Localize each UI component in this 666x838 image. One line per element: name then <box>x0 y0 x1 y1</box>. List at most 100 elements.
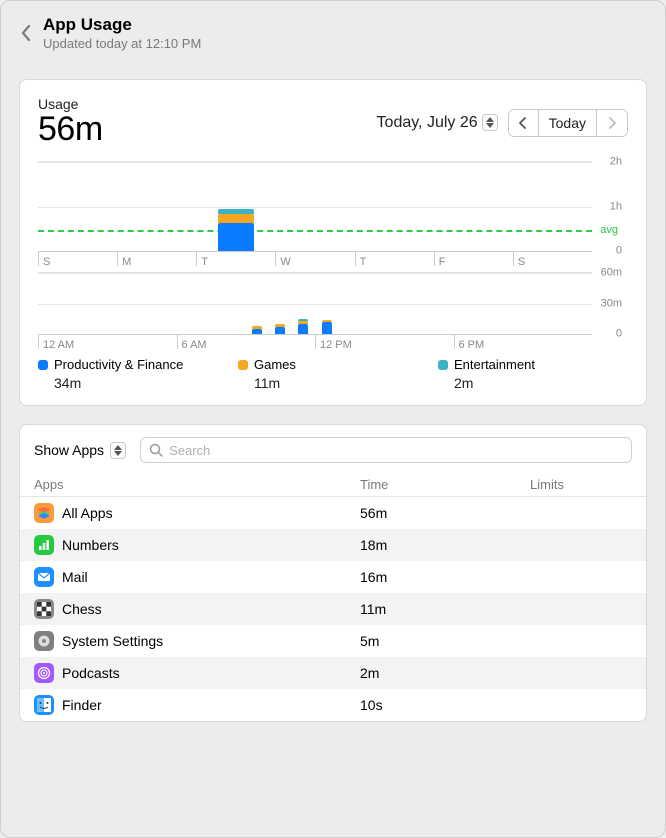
app-name: Numbers <box>62 537 119 553</box>
show-apps-select[interactable]: Show Apps <box>34 442 126 459</box>
avg-line <box>38 230 592 232</box>
axis-tick: T <box>196 252 275 266</box>
table-row-app[interactable]: Mail <box>20 561 346 593</box>
finder-icon <box>34 695 54 715</box>
date-picker-label: Today, July 26 <box>377 114 478 132</box>
next-day-button[interactable] <box>597 110 627 136</box>
legend-value: 34m <box>38 375 228 391</box>
chevron-left-icon <box>519 117 527 129</box>
app-time: 16m <box>346 561 516 593</box>
app-limits <box>516 689 646 721</box>
header: App Usage Updated today at 12:10 PM <box>1 1 665 61</box>
legend-item-productivity: Productivity & Finance 34m <box>38 357 228 391</box>
usage-panel: Usage 56m Today, July 26 Today <box>19 79 647 406</box>
axis-tick: 12 AM <box>38 335 177 349</box>
bar <box>322 320 332 334</box>
search-icon <box>149 443 163 457</box>
legend-label: Entertainment <box>454 357 535 372</box>
legend: Productivity & Finance 34m Games 11m Ent… <box>38 357 628 391</box>
usage-total: 56m <box>38 110 103 149</box>
page-title: App Usage <box>43 15 201 35</box>
app-limits <box>516 657 646 689</box>
weekly-chart: 2h 1h 0 avg SMTWTFS <box>38 161 628 266</box>
table-row-app[interactable]: Finder <box>20 689 346 721</box>
axis-tick: 12 PM <box>315 335 454 349</box>
table-row-app[interactable]: Chess <box>20 593 346 625</box>
weekly-x-axis: SMTWTFS <box>38 251 592 266</box>
bar <box>298 319 308 334</box>
axis-tick: 60m <box>601 268 622 279</box>
app-time: 56m <box>346 497 516 529</box>
app-limits <box>516 497 646 529</box>
app-time: 18m <box>346 529 516 561</box>
legend-value: 2m <box>438 375 628 391</box>
table-row-app[interactable]: System Settings <box>20 625 346 657</box>
axis-tick: M <box>117 252 196 266</box>
col-limits: Limits <box>516 473 646 497</box>
bar <box>275 324 285 334</box>
app-usage-window: App Usage Updated today at 12:10 PM Usag… <box>0 0 666 838</box>
legend-item-entertainment: Entertainment 2m <box>438 357 628 391</box>
legend-dot <box>238 360 248 370</box>
numbers-icon <box>34 535 54 555</box>
chess-icon <box>34 599 54 619</box>
app-name: All Apps <box>62 505 113 521</box>
table-row-app[interactable]: All Apps <box>20 497 346 529</box>
gear-icon <box>34 631 54 651</box>
axis-tick: F <box>434 252 513 266</box>
legend-label: Productivity & Finance <box>54 357 183 372</box>
hourly-x-axis: 12 AM6 AM12 PM6 PM <box>38 334 592 349</box>
legend-label: Games <box>254 357 296 372</box>
axis-tick: 6 AM <box>177 335 316 349</box>
table-row-app[interactable]: Podcasts <box>20 657 346 689</box>
table-row-app[interactable]: Numbers <box>20 529 346 561</box>
bar <box>218 209 254 251</box>
axis-tick: W <box>275 252 354 266</box>
app-name: System Settings <box>62 633 163 649</box>
page-subtitle: Updated today at 12:10 PM <box>43 36 201 51</box>
today-label: Today <box>549 115 586 131</box>
app-limits <box>516 593 646 625</box>
app-time: 2m <box>346 657 516 689</box>
app-name: Chess <box>62 601 102 617</box>
legend-dot <box>38 360 48 370</box>
axis-tick: 0 <box>616 329 622 340</box>
prev-day-button[interactable] <box>509 110 539 136</box>
axis-tick: 1h <box>610 201 622 212</box>
chevron-right-icon <box>608 117 616 129</box>
app-time: 11m <box>346 593 516 625</box>
stepper-icon <box>110 442 126 459</box>
app-name: Mail <box>62 569 88 585</box>
apps-table: Apps Time Limits All Apps 56m Numbers 18m Ma… <box>20 473 646 721</box>
legend-dot <box>438 360 448 370</box>
col-apps: Apps <box>20 473 346 497</box>
bar <box>252 326 262 334</box>
podcasts-icon <box>34 663 54 683</box>
legend-item-games: Games 11m <box>238 357 428 391</box>
legend-value: 11m <box>238 375 428 391</box>
axis-tick: 0 <box>616 246 622 257</box>
apps-panel: Show Apps Apps Time Limits All Apps 56m Nu… <box>19 424 647 722</box>
date-picker[interactable]: Today, July 26 <box>377 114 498 132</box>
search-field[interactable] <box>140 437 632 463</box>
chevron-left-icon <box>21 25 31 41</box>
app-limits <box>516 529 646 561</box>
stack-icon <box>34 503 54 523</box>
back-button[interactable] <box>19 22 33 44</box>
avg-label: avg <box>600 224 618 236</box>
axis-tick: 30m <box>601 298 622 309</box>
axis-tick: 6 PM <box>454 335 593 349</box>
axis-tick: S <box>38 252 117 266</box>
mail-icon <box>34 567 54 587</box>
show-apps-label: Show Apps <box>34 442 104 458</box>
app-time: 10s <box>346 689 516 721</box>
axis-tick: S <box>513 252 592 266</box>
app-name: Finder <box>62 697 102 713</box>
hourly-chart: 60m 30m 0 12 AM6 AM12 PM6 PM <box>38 272 628 349</box>
stepper-icon <box>482 114 498 131</box>
today-button[interactable]: Today <box>539 110 597 136</box>
date-nav: Today <box>508 109 628 137</box>
search-input[interactable] <box>169 443 623 458</box>
col-time: Time <box>346 473 516 497</box>
axis-tick: 2h <box>610 157 622 168</box>
